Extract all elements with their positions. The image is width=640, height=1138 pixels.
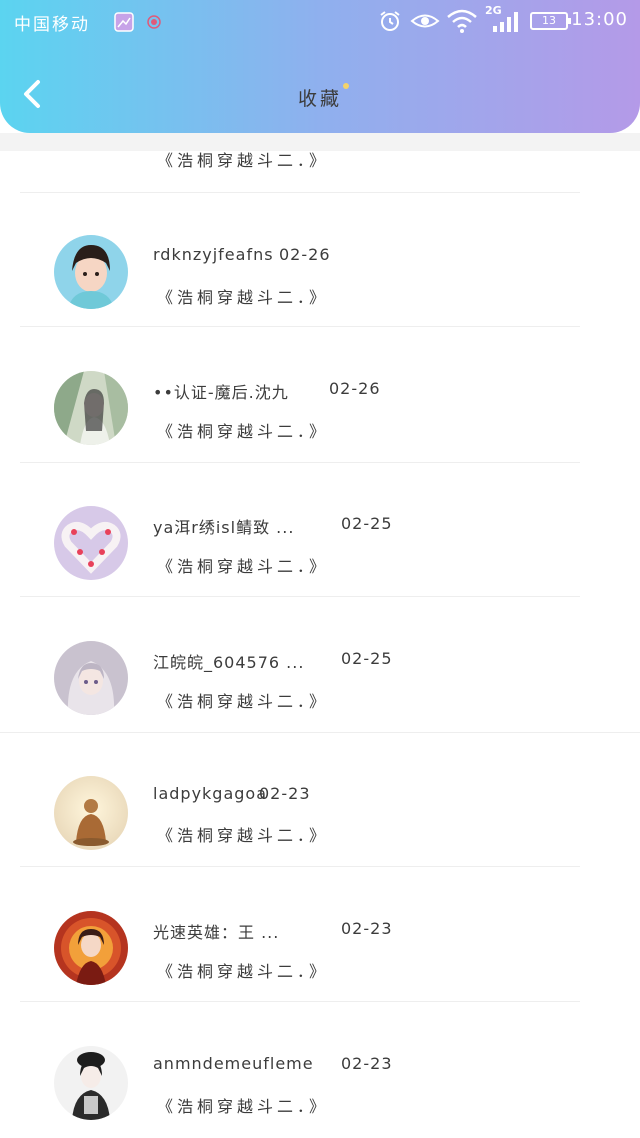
favorite-date: 02-26: [279, 245, 331, 264]
list-item[interactable]: 光速英雄：王 ... 02-23 《浩桐穿越斗二．》: [0, 867, 640, 1002]
favorite-date: 02-25: [341, 649, 393, 668]
gallery-icon: [114, 12, 134, 37]
alarm-icon: [378, 9, 402, 38]
battery-icon: 13: [530, 12, 571, 30]
user-name[interactable]: ladpykgagoa: [153, 784, 267, 803]
sparkle-dot-icon: [343, 83, 349, 89]
avatar[interactable]: [54, 235, 128, 309]
user-name[interactable]: rdknzyjfeafns: [153, 245, 274, 264]
avatar[interactable]: [54, 641, 128, 715]
status-bar: 中国移动 2G 13 13:00: [0, 0, 640, 44]
avatar[interactable]: [54, 506, 128, 580]
favorite-date: 02-23: [341, 919, 393, 938]
header-shadow-band: [0, 133, 640, 151]
work-title[interactable]: 《浩桐穿越斗二．》: [157, 418, 329, 442]
avatar[interactable]: [54, 911, 128, 985]
work-title[interactable]: 《浩桐穿越斗二．》: [157, 553, 329, 577]
user-name[interactable]: 江皖皖_604576 ...: [153, 649, 304, 673]
user-name[interactable]: 光速英雄：王 ...: [153, 919, 279, 943]
page-title: 收藏: [297, 88, 342, 110]
eye-icon: [410, 10, 440, 37]
list-item[interactable]: ladpykgagoa 02-23 《浩桐穿越斗二．》: [0, 732, 640, 867]
list-item[interactable]: anmndemeuflemees ... 02-23 《浩桐穿越斗二．》: [0, 1002, 640, 1137]
avatar[interactable]: [54, 371, 128, 445]
list-item[interactable]: ••认证-魔后.沈九 02-26 《浩桐穿越斗二．》: [0, 327, 640, 463]
work-title[interactable]: 《浩桐穿越斗二．》: [157, 688, 329, 712]
favorite-date: 02-26: [329, 379, 381, 398]
favorite-date: 02-25: [341, 514, 393, 533]
work-title[interactable]: 《浩桐穿越斗二．》: [157, 958, 329, 982]
user-name[interactable]: anmndemeuflemees ...: [153, 1054, 313, 1073]
list-item[interactable]: 江皖皖_604576 ... 02-25 《浩桐穿越斗二．》: [0, 597, 640, 733]
carrier-label: 中国移动: [14, 15, 90, 35]
signal-icon: [492, 12, 520, 37]
app-header: 中国移动 2G 13 13:00 收藏: [0, 0, 640, 133]
user-name[interactable]: ••认证-魔后.沈九: [153, 379, 289, 403]
clock: 13:00: [571, 9, 628, 30]
favorite-date: 02-23: [341, 1054, 393, 1073]
record-icon: [147, 14, 161, 34]
user-name[interactable]: ya洱r绣isl鲭致 ...: [153, 514, 294, 538]
work-title[interactable]: 《浩桐穿越斗二．》: [157, 284, 329, 308]
work-title[interactable]: 《浩桐穿越斗二．》: [157, 822, 329, 846]
favorites-list[interactable]: 《浩桐穿越斗二．》 rdknzyjfeafns 02-26 《浩桐穿越斗二．》: [0, 0, 640, 1138]
avatar[interactable]: [54, 776, 128, 850]
work-title[interactable]: 《浩桐穿越斗二．》: [157, 1093, 329, 1117]
list-item[interactable]: rdknzyjfeafns 02-26 《浩桐穿越斗二．》: [0, 192, 640, 327]
wifi-icon: [446, 9, 478, 38]
avatar[interactable]: [54, 1046, 128, 1120]
list-item[interactable]: ya洱r绣isl鲭致 ... 02-25 《浩桐穿越斗二．》: [0, 462, 640, 597]
favorite-date: 02-23: [259, 784, 311, 803]
